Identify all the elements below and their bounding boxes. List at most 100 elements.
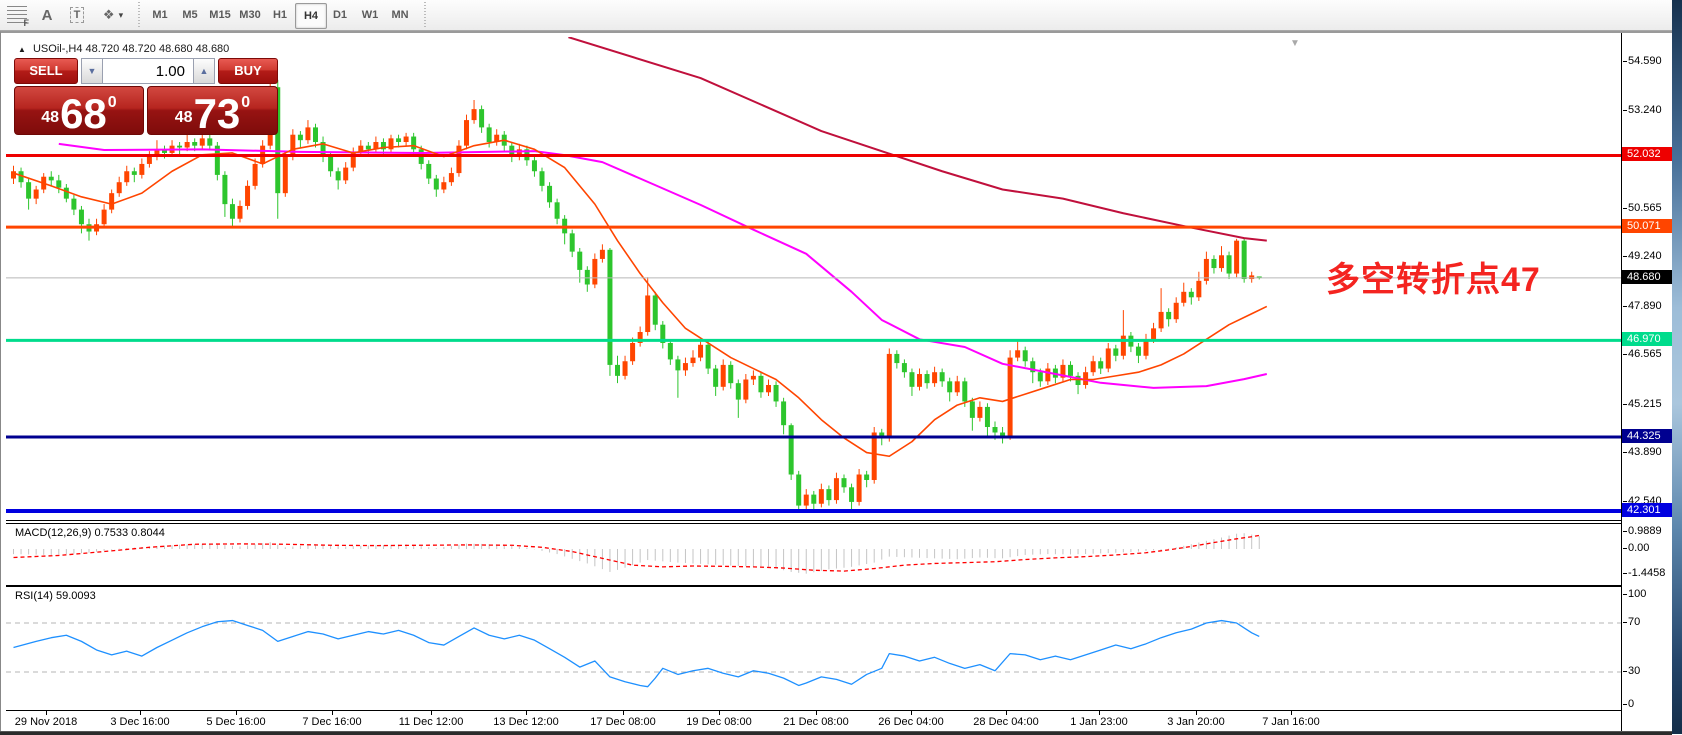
rsi-chart [6, 587, 1621, 710]
time-axis-tick [1291, 711, 1292, 715]
time-axis-tick [46, 711, 47, 715]
timeframe-button-H1[interactable]: H1 [265, 3, 295, 27]
time-axis-tick [526, 711, 527, 715]
time-axis[interactable]: 29 Nov 2018 3 Dec 16:00 5 Dec 16:00 7 Dec 1… [6, 711, 1621, 733]
macd-axis-label: -1.4458 [1628, 567, 1665, 579]
rsi-panel[interactable]: RSI(14) 59.0093 [6, 586, 1621, 711]
time-axis-label: 29 Nov 2018 [15, 716, 77, 728]
time-axis-tick [431, 711, 432, 715]
price-axis-label: 49.240 [1628, 250, 1662, 262]
price-badge-52.032: 52.032 [1622, 147, 1674, 161]
time-axis-tick [140, 711, 141, 715]
buy-price-small: 48 [175, 109, 193, 127]
arrows-icon: ❖ [103, 7, 116, 23]
macd-axis-label: 0.9889 [1628, 525, 1662, 537]
time-axis-label: 3 Dec 16:00 [110, 716, 169, 728]
macd-axis-label: 0.00 [1628, 542, 1649, 554]
time-axis-tick [1196, 711, 1197, 715]
rsi-axis-label: 100 [1628, 588, 1646, 600]
time-axis-label: 21 Dec 08:00 [783, 716, 848, 728]
time-axis-tick [236, 711, 237, 715]
sell-price-big: 68 [60, 94, 107, 134]
main-chart-canvas[interactable]: ▲ USOil-,H4 48.720 48.720 48.680 48.680 … [6, 37, 1621, 521]
time-axis-label: 13 Dec 12:00 [493, 716, 558, 728]
sell-price-button[interactable]: 48 68 0 [14, 86, 144, 135]
arrows-tool-button[interactable]: ❖ ▾ [94, 3, 132, 27]
time-axis-tick [332, 711, 333, 715]
chart-annotation-text: 多空转折点47 [1326, 252, 1541, 301]
one-click-trading-panel: SELL ▼ ▲ BUY 48 68 0 48 73 0 [14, 58, 278, 136]
time-axis-label: 19 Dec 08:00 [686, 716, 751, 728]
rsi-axis-label: 0 [1628, 698, 1634, 710]
price-badge-50.071: 50.071 [1622, 219, 1674, 233]
buy-button[interactable]: BUY [218, 58, 278, 84]
time-axis-label: 1 Jan 23:00 [1070, 716, 1128, 728]
fibonacci-tool-button[interactable]: F [4, 3, 30, 27]
macd-label: MACD(12,26,9) 0.7533 0.8044 [15, 527, 165, 539]
chart-shift-marker-icon[interactable]: ▼ [1290, 38, 1300, 49]
macd-panel[interactable]: MACD(12,26,9) 0.7533 0.8044 [6, 523, 1621, 586]
price-axis-label: 53.240 [1628, 104, 1662, 116]
volume-down-button[interactable]: ▼ [81, 58, 103, 84]
price-axis[interactable]: 54.590 53.240 50.565 49.240 47.890 46.565 45.2… [1621, 33, 1674, 733]
toolbar-separator [424, 2, 426, 28]
price-axis-label: 45.215 [1628, 398, 1662, 410]
chevron-down-icon: ▾ [119, 10, 124, 21]
time-axis-label: 26 Dec 04:00 [878, 716, 943, 728]
time-axis-label: 17 Dec 08:00 [590, 716, 655, 728]
time-axis-label: 7 Jan 16:00 [1262, 716, 1320, 728]
label-tool-button[interactable]: T [64, 3, 90, 27]
time-axis-tick [719, 711, 720, 715]
fibonacci-icon: F [7, 6, 27, 24]
desktop-background-strip [1672, 0, 1682, 734]
window-bottom-edge [0, 731, 1672, 735]
volume-input[interactable] [103, 58, 193, 84]
volume-up-button[interactable]: ▲ [193, 58, 215, 84]
price-axis-label: 46.565 [1628, 348, 1662, 360]
timeframe-button-H4[interactable]: H4 [295, 3, 327, 29]
macd-chart [6, 524, 1621, 585]
timeframe-button-MN[interactable]: MN [385, 3, 415, 27]
time-axis-tick [1006, 711, 1007, 715]
timeframe-button-M30[interactable]: M30 [235, 3, 265, 27]
time-axis-label: 3 Jan 20:00 [1167, 716, 1225, 728]
time-axis-tick [1099, 711, 1100, 715]
sell-price-sup: 0 [108, 94, 117, 112]
timeframe-button-M5[interactable]: M5 [175, 3, 205, 27]
timeframe-button-W1[interactable]: W1 [355, 3, 385, 27]
text-label-icon: T [70, 7, 85, 23]
time-axis-label: 11 Dec 12:00 [399, 716, 464, 728]
price-badge-42.301: 42.301 [1622, 503, 1674, 517]
time-axis-tick [911, 711, 912, 715]
price-badge-44.325: 44.325 [1622, 429, 1674, 443]
buy-price-button[interactable]: 48 73 0 [147, 86, 278, 135]
price-badge-48.680: 48.680 [1622, 270, 1674, 284]
time-axis-label: 28 Dec 04:00 [973, 716, 1038, 728]
quote-header: ▲ USOil-,H4 48.720 48.720 48.680 48.680 [18, 43, 229, 55]
buy-price-sup: 0 [241, 94, 250, 112]
buy-price-big: 73 [194, 94, 241, 134]
text-a-icon: A [42, 7, 53, 24]
rsi-axis-label: 30 [1628, 665, 1640, 677]
time-axis-tick [623, 711, 624, 715]
timeframe-button-M15[interactable]: M15 [205, 3, 235, 27]
toolbar-separator [138, 2, 140, 28]
rsi-label: RSI(14) 59.0093 [15, 590, 96, 602]
collapse-triangle-icon: ▲ [18, 45, 26, 54]
price-badge-46.970: 46.970 [1622, 332, 1674, 346]
rsi-axis-label: 70 [1628, 616, 1640, 628]
time-axis-tick [816, 711, 817, 715]
price-axis-label: 43.890 [1628, 446, 1662, 458]
text-tool-button[interactable]: A [34, 3, 60, 27]
time-axis-label: 7 Dec 16:00 [302, 716, 361, 728]
quote-text: USOil-,H4 48.720 48.720 48.680 48.680 [33, 43, 229, 55]
sell-button[interactable]: SELL [14, 58, 78, 84]
price-axis-label: 47.890 [1628, 300, 1662, 312]
price-axis-label: 54.590 [1628, 55, 1662, 67]
price-axis-label: 50.565 [1628, 202, 1662, 214]
time-axis-label: 5 Dec 16:00 [206, 716, 265, 728]
timeframe-button-D1[interactable]: D1 [325, 3, 355, 27]
sell-price-small: 48 [41, 109, 59, 127]
chart-window: ▲ USOil-,H4 48.720 48.720 48.680 48.680 … [0, 31, 1674, 733]
timeframe-button-M1[interactable]: M1 [145, 3, 175, 27]
